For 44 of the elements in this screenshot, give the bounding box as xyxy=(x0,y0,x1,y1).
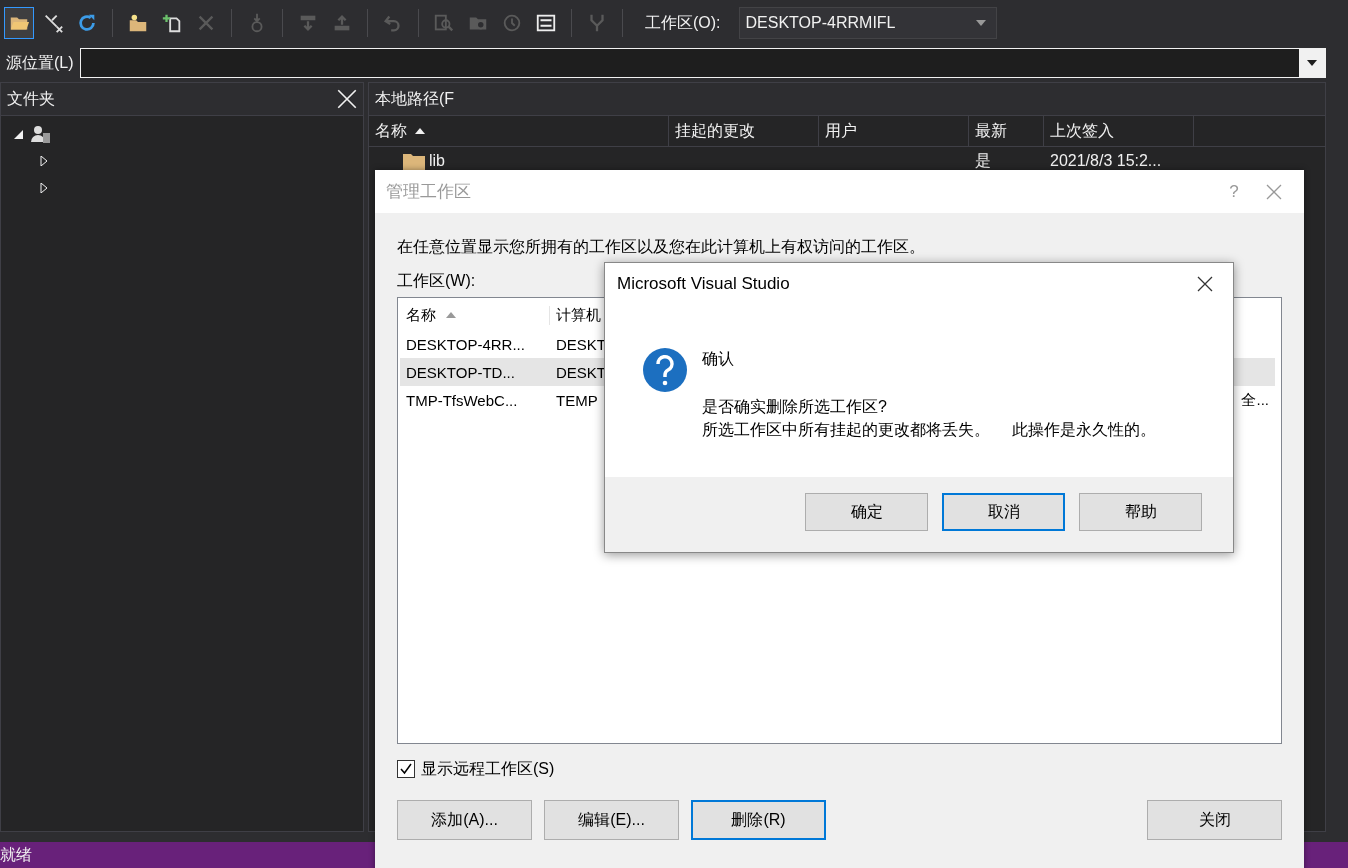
sort-arrow-icon xyxy=(446,312,456,318)
dropdown-button[interactable] xyxy=(1299,49,1325,77)
dialog-button[interactable]: 取消 xyxy=(942,493,1065,531)
message-text: 所选工作区中所有挂起的更改都将丢失。 此操作是永久性的。 xyxy=(702,420,1157,440)
column-header[interactable]: 名称 xyxy=(400,305,550,325)
dialog-button[interactable]: 删除(R) xyxy=(691,800,826,840)
column-header[interactable]: 名称 xyxy=(369,116,669,146)
workspace-label: 工作区(O): xyxy=(645,12,721,33)
local-path-label: 本地路径(F xyxy=(375,88,455,109)
collapsed-triangle-icon[interactable] xyxy=(39,155,49,166)
column-header[interactable]: 最新 xyxy=(969,116,1044,146)
open-folder-icon[interactable] xyxy=(4,7,34,39)
sort-arrow-icon xyxy=(975,20,986,26)
column-header[interactable]: 上次签入 xyxy=(1044,116,1194,146)
message-text: 是否确实删除所选工作区? xyxy=(702,397,888,417)
dialog-button[interactable]: 确定 xyxy=(805,493,928,531)
table-cell: 2021/8/3 15:2... xyxy=(1050,152,1162,170)
source-location-label: 源位置(L) xyxy=(5,52,75,73)
file-name: lib xyxy=(429,152,445,170)
question-icon xyxy=(642,347,688,393)
source-location-field[interactable] xyxy=(79,48,1326,78)
dialog-title: 管理工作区 xyxy=(386,181,472,203)
checkbox[interactable] xyxy=(397,760,415,778)
column-header[interactable]: 用户 xyxy=(819,116,969,146)
server-user-icon xyxy=(31,123,51,144)
collapsed-triangle-icon[interactable] xyxy=(39,182,49,193)
dialog-button[interactable]: 帮助 xyxy=(1079,493,1202,531)
message-heading: 确认 xyxy=(702,349,735,369)
workspace-dropdown[interactable]: DESKTOP-4RRMIFL xyxy=(738,7,997,39)
table-cell-text: 是 xyxy=(975,150,991,171)
dialog-button[interactable]: 编辑(E)... xyxy=(544,800,679,840)
workspaces-label: 工作区(W): xyxy=(397,271,476,291)
description-text: 在任意位置显示您所拥有的工作区以及您在此计算机上有权访问的工作区。 xyxy=(397,237,926,257)
dialog-button[interactable]: 添加(A)... xyxy=(397,800,532,840)
status-text: 就绪 xyxy=(0,844,32,865)
close-icon[interactable] xyxy=(337,89,357,109)
checkbox-label: 显示远程工作区(S) xyxy=(421,758,555,779)
close-button[interactable]: 关闭 xyxy=(1147,800,1282,840)
dialog-title: Microsoft Visual Studio xyxy=(617,274,791,294)
caret-icon xyxy=(1307,60,1317,66)
column-header[interactable]: 挂起的更改 xyxy=(669,116,819,146)
expanded-triangle-icon[interactable] xyxy=(13,128,23,139)
sort-arrow-icon xyxy=(415,128,425,134)
panel-title: 文件夹 xyxy=(7,88,55,109)
